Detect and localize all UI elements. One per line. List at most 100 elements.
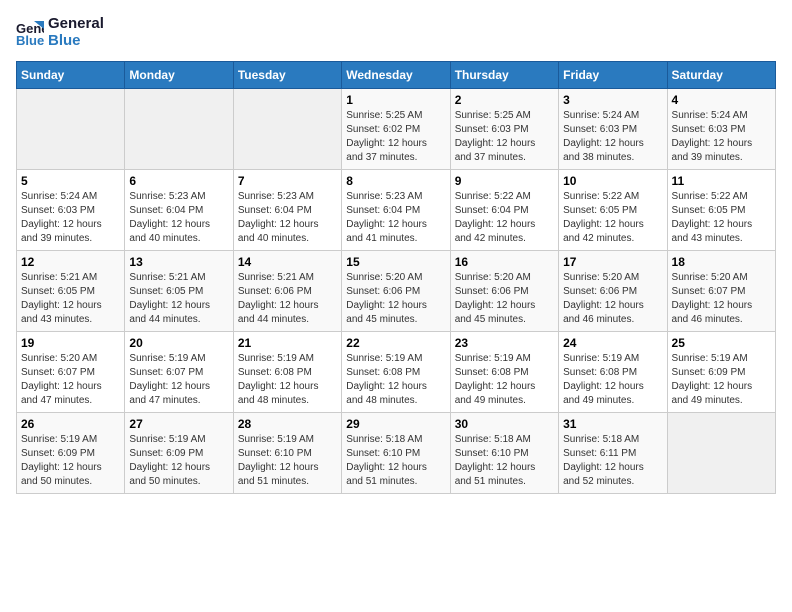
day-number: 31 bbox=[563, 417, 662, 431]
day-info: Sunrise: 5:21 AM Sunset: 6:05 PM Dayligh… bbox=[21, 271, 120, 327]
calendar-cell bbox=[667, 413, 775, 494]
day-info: Sunrise: 5:22 AM Sunset: 6:04 PM Dayligh… bbox=[455, 190, 554, 246]
weekday-header-tuesday: Tuesday bbox=[233, 62, 341, 89]
day-info: Sunrise: 5:24 AM Sunset: 6:03 PM Dayligh… bbox=[21, 190, 120, 246]
day-number: 2 bbox=[455, 93, 554, 107]
day-number: 27 bbox=[129, 417, 228, 431]
day-number: 28 bbox=[238, 417, 337, 431]
calendar-cell: 7 Sunrise: 5:23 AM Sunset: 6:04 PM Daylig… bbox=[233, 170, 341, 251]
day-info: Sunrise: 5:19 AM Sunset: 6:09 PM Dayligh… bbox=[21, 433, 120, 489]
day-number: 16 bbox=[455, 255, 554, 269]
calendar-cell: 1Sunrise: 5:25 AM Sunset: 6:02 PM Daylig… bbox=[342, 89, 450, 170]
calendar-week-row: 19 Sunrise: 5:20 AM Sunset: 6:07 PM Dayli… bbox=[17, 332, 776, 413]
day-info: Sunrise: 5:20 AM Sunset: 6:06 PM Dayligh… bbox=[346, 271, 445, 327]
day-number: 5 bbox=[21, 174, 120, 188]
day-number: 14 bbox=[238, 255, 337, 269]
day-number: 12 bbox=[21, 255, 120, 269]
day-info: Sunrise: 5:19 AM Sunset: 6:08 PM Dayligh… bbox=[238, 352, 337, 408]
calendar-cell: 22 Sunrise: 5:19 AM Sunset: 6:08 PM Dayli… bbox=[342, 332, 450, 413]
calendar-week-row: 26 Sunrise: 5:19 AM Sunset: 6:09 PM Dayli… bbox=[17, 413, 776, 494]
day-number: 29 bbox=[346, 417, 445, 431]
calendar-cell: 16 Sunrise: 5:20 AM Sunset: 6:06 PM Dayli… bbox=[450, 251, 558, 332]
day-info: Sunrise: 5:20 AM Sunset: 6:06 PM Dayligh… bbox=[563, 271, 662, 327]
calendar-cell: 20Sunrise: 5:19 AM Sunset: 6:07 PM Dayli… bbox=[125, 332, 233, 413]
day-number: 26 bbox=[21, 417, 120, 431]
calendar-cell: 29 Sunrise: 5:18 AM Sunset: 6:10 PM Dayli… bbox=[342, 413, 450, 494]
day-info: Sunrise: 5:25 AM Sunset: 6:03 PM Dayligh… bbox=[455, 109, 554, 165]
logo-line2: Blue bbox=[48, 33, 104, 50]
weekday-header-wednesday: Wednesday bbox=[342, 62, 450, 89]
day-number: 6 bbox=[129, 174, 228, 188]
day-number: 19 bbox=[21, 336, 120, 350]
day-info: Sunrise: 5:19 AM Sunset: 6:09 PM Dayligh… bbox=[129, 433, 228, 489]
day-number: 13 bbox=[129, 255, 228, 269]
day-info: Sunrise: 5:20 AM Sunset: 6:06 PM Dayligh… bbox=[455, 271, 554, 327]
day-info: Sunrise: 5:18 AM Sunset: 6:10 PM Dayligh… bbox=[455, 433, 554, 489]
day-info: Sunrise: 5:24 AM Sunset: 6:03 PM Dayligh… bbox=[563, 109, 662, 165]
calendar-cell: 4 Sunrise: 5:24 AM Sunset: 6:03 PM Daylig… bbox=[667, 89, 775, 170]
calendar-cell: 6 Sunrise: 5:23 AM Sunset: 6:04 PM Daylig… bbox=[125, 170, 233, 251]
day-number: 22 bbox=[346, 336, 445, 350]
day-info: Sunrise: 5:22 AM Sunset: 6:05 PM Dayligh… bbox=[672, 190, 771, 246]
calendar-cell: 17 Sunrise: 5:20 AM Sunset: 6:06 PM Dayli… bbox=[559, 251, 667, 332]
calendar-table: SundayMondayTuesdayWednesdayThursdayFrid… bbox=[16, 61, 776, 494]
logo: General Blue General Blue bbox=[16, 16, 104, 49]
calendar-cell bbox=[233, 89, 341, 170]
day-number: 11 bbox=[672, 174, 771, 188]
day-number: 18 bbox=[672, 255, 771, 269]
day-number: 9 bbox=[455, 174, 554, 188]
logo-line1: General bbox=[48, 16, 104, 33]
calendar-cell: 31Sunrise: 5:18 AM Sunset: 6:11 PM Dayli… bbox=[559, 413, 667, 494]
day-info: Sunrise: 5:19 AM Sunset: 6:09 PM Dayligh… bbox=[672, 352, 771, 408]
day-number: 3 bbox=[563, 93, 662, 107]
day-number: 1 bbox=[346, 93, 445, 107]
calendar-cell: 30 Sunrise: 5:18 AM Sunset: 6:10 PM Dayli… bbox=[450, 413, 558, 494]
day-info: Sunrise: 5:18 AM Sunset: 6:10 PM Dayligh… bbox=[346, 433, 445, 489]
calendar-cell: 13 Sunrise: 5:21 AM Sunset: 6:05 PM Dayli… bbox=[125, 251, 233, 332]
weekday-header-saturday: Saturday bbox=[667, 62, 775, 89]
calendar-cell: 5 Sunrise: 5:24 AM Sunset: 6:03 PM Daylig… bbox=[17, 170, 125, 251]
day-number: 4 bbox=[672, 93, 771, 107]
calendar-week-row: 1Sunrise: 5:25 AM Sunset: 6:02 PM Daylig… bbox=[17, 89, 776, 170]
day-info: Sunrise: 5:19 AM Sunset: 6:10 PM Dayligh… bbox=[238, 433, 337, 489]
calendar-cell: 19 Sunrise: 5:20 AM Sunset: 6:07 PM Dayli… bbox=[17, 332, 125, 413]
calendar-cell: 18 Sunrise: 5:20 AM Sunset: 6:07 PM Dayli… bbox=[667, 251, 775, 332]
calendar-cell: 28 Sunrise: 5:19 AM Sunset: 6:10 PM Dayli… bbox=[233, 413, 341, 494]
calendar-cell: 26 Sunrise: 5:19 AM Sunset: 6:09 PM Dayli… bbox=[17, 413, 125, 494]
day-info: Sunrise: 5:21 AM Sunset: 6:06 PM Dayligh… bbox=[238, 271, 337, 327]
calendar-cell: 2 Sunrise: 5:25 AM Sunset: 6:03 PM Daylig… bbox=[450, 89, 558, 170]
day-info: Sunrise: 5:21 AM Sunset: 6:05 PM Dayligh… bbox=[129, 271, 228, 327]
calendar-cell bbox=[125, 89, 233, 170]
day-number: 10 bbox=[563, 174, 662, 188]
calendar-cell: 14 Sunrise: 5:21 AM Sunset: 6:06 PM Dayli… bbox=[233, 251, 341, 332]
day-number: 25 bbox=[672, 336, 771, 350]
svg-text:Blue: Blue bbox=[16, 33, 44, 47]
day-info: Sunrise: 5:19 AM Sunset: 6:08 PM Dayligh… bbox=[563, 352, 662, 408]
calendar-cell: 8 Sunrise: 5:23 AM Sunset: 6:04 PM Daylig… bbox=[342, 170, 450, 251]
day-info: Sunrise: 5:20 AM Sunset: 6:07 PM Dayligh… bbox=[21, 352, 120, 408]
calendar-cell: 9 Sunrise: 5:22 AM Sunset: 6:04 PM Daylig… bbox=[450, 170, 558, 251]
calendar-cell: 11 Sunrise: 5:22 AM Sunset: 6:05 PM Dayli… bbox=[667, 170, 775, 251]
day-number: 8 bbox=[346, 174, 445, 188]
day-number: 7 bbox=[238, 174, 337, 188]
weekday-header-monday: Monday bbox=[125, 62, 233, 89]
day-info: Sunrise: 5:23 AM Sunset: 6:04 PM Dayligh… bbox=[238, 190, 337, 246]
calendar-cell: 25 Sunrise: 5:19 AM Sunset: 6:09 PM Dayli… bbox=[667, 332, 775, 413]
calendar-week-row: 12 Sunrise: 5:21 AM Sunset: 6:05 PM Dayli… bbox=[17, 251, 776, 332]
calendar-week-row: 5 Sunrise: 5:24 AM Sunset: 6:03 PM Daylig… bbox=[17, 170, 776, 251]
calendar-cell: 15 Sunrise: 5:20 AM Sunset: 6:06 PM Dayli… bbox=[342, 251, 450, 332]
page-header: General Blue General Blue bbox=[16, 16, 776, 49]
day-info: Sunrise: 5:19 AM Sunset: 6:08 PM Dayligh… bbox=[346, 352, 445, 408]
calendar-cell: 24 Sunrise: 5:19 AM Sunset: 6:08 PM Dayli… bbox=[559, 332, 667, 413]
day-info: Sunrise: 5:23 AM Sunset: 6:04 PM Dayligh… bbox=[346, 190, 445, 246]
day-number: 15 bbox=[346, 255, 445, 269]
day-info: Sunrise: 5:23 AM Sunset: 6:04 PM Dayligh… bbox=[129, 190, 228, 246]
day-number: 21 bbox=[238, 336, 337, 350]
day-info: Sunrise: 5:20 AM Sunset: 6:07 PM Dayligh… bbox=[672, 271, 771, 327]
day-number: 24 bbox=[563, 336, 662, 350]
weekday-header-sunday: Sunday bbox=[17, 62, 125, 89]
day-number: 17 bbox=[563, 255, 662, 269]
day-number: 30 bbox=[455, 417, 554, 431]
calendar-cell: 23Sunrise: 5:19 AM Sunset: 6:08 PM Dayli… bbox=[450, 332, 558, 413]
day-info: Sunrise: 5:24 AM Sunset: 6:03 PM Dayligh… bbox=[672, 109, 771, 165]
